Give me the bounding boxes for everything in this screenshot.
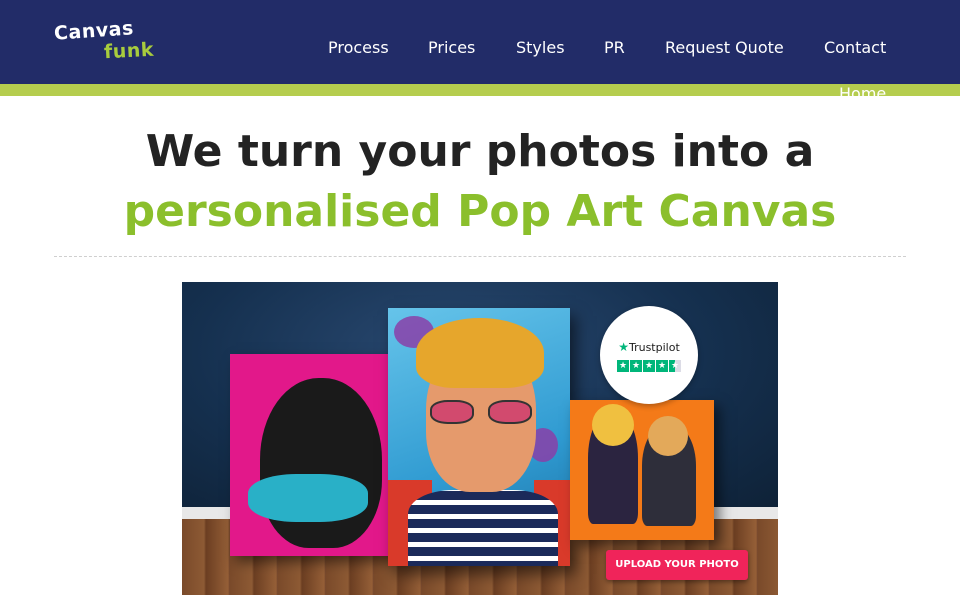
kids-pop-art-canvas bbox=[570, 400, 714, 540]
trustpilot-label: Trustpilot bbox=[628, 341, 680, 354]
rating-half-star-icon: ★ bbox=[669, 360, 681, 372]
header-accent-stripe bbox=[0, 84, 960, 96]
dog-scarf bbox=[248, 474, 368, 522]
kid-left-head bbox=[592, 404, 634, 446]
trustpilot-rating-stars: ★ ★ ★ ★ ★ bbox=[617, 360, 681, 372]
nav-item-contact[interactable]: Contact bbox=[824, 38, 886, 57]
upload-photo-button[interactable]: UPLOAD YOUR PHOTO bbox=[606, 550, 748, 580]
nav-item-process[interactable]: Process bbox=[328, 38, 389, 57]
site-header: Canvas funk Process Prices Styles PR Req… bbox=[0, 0, 960, 84]
hero-image: ★Trustpilot ★ ★ ★ ★ ★ UPLOAD YOUR PHOTO bbox=[182, 282, 778, 595]
aviator-glasses bbox=[430, 400, 534, 424]
dashed-divider bbox=[54, 256, 906, 257]
boy-hair bbox=[416, 318, 544, 388]
rating-star-icon: ★ bbox=[656, 360, 668, 372]
glasses-lens-right bbox=[488, 400, 532, 424]
hero-title-line1: We turn your photos into a bbox=[145, 126, 815, 177]
nav-item-styles[interactable]: Styles bbox=[516, 38, 565, 57]
trustpilot-star-icon: ★ bbox=[618, 340, 629, 354]
striped-shirt bbox=[408, 490, 558, 566]
rating-star-icon: ★ bbox=[643, 360, 655, 372]
trustpilot-badge[interactable]: ★Trustpilot ★ ★ ★ ★ ★ bbox=[600, 306, 698, 404]
dog-portrait bbox=[260, 378, 382, 548]
glasses-lens-left bbox=[430, 400, 474, 424]
nav-item-pr[interactable]: PR bbox=[604, 38, 625, 57]
dog-pop-art-canvas bbox=[230, 354, 392, 556]
main-nav: Process Prices Styles PR Request Quote C… bbox=[0, 38, 960, 58]
hero-title-line2: personalised Pop Art Canvas bbox=[123, 186, 837, 237]
nav-item-request-quote[interactable]: Request Quote bbox=[665, 38, 784, 57]
kid-right-head bbox=[648, 416, 688, 456]
nav-item-prices[interactable]: Prices bbox=[428, 38, 475, 57]
boy-pop-art-canvas bbox=[388, 308, 570, 566]
rating-star-icon: ★ bbox=[617, 360, 629, 372]
rating-star-icon: ★ bbox=[630, 360, 642, 372]
nav-item-home[interactable]: Home bbox=[839, 84, 886, 103]
